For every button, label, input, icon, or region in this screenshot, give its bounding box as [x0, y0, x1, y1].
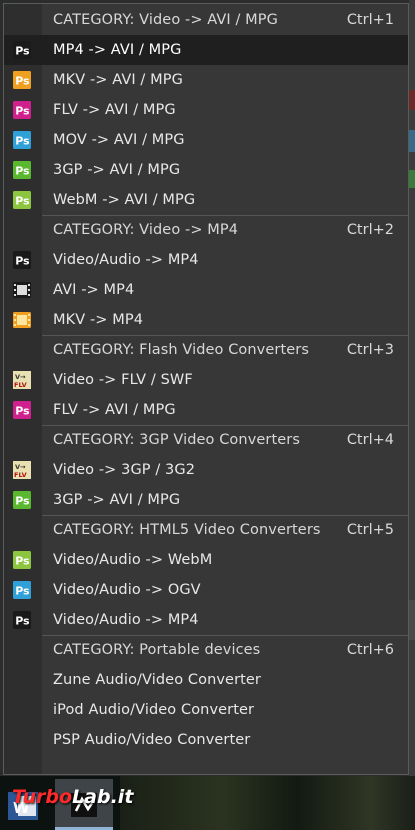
- menu-item-6[interactable]: Ps WebM -> AVI / MPG: [4, 185, 408, 215]
- svg-text:V→: V→: [15, 373, 26, 381]
- menu-category-7[interactable]: CATEGORY: Video -> MP4 Ctrl+2: [4, 215, 408, 245]
- menu-item-label: FLV -> AVI / MPG: [53, 102, 176, 118]
- menu-item-19[interactable]: Ps Video/Audio -> OGV: [4, 575, 408, 605]
- menu-item-label: CATEGORY: HTML5 Video Converters: [53, 522, 321, 538]
- background-window-edge: [409, 0, 415, 776]
- svg-text:Ps: Ps: [15, 195, 30, 208]
- screen: CATEGORY: Video -> AVI / MPG Ctrl+1 Ps MP4 …: [0, 0, 415, 830]
- menu-category-21[interactable]: CATEGORY: Portable devices Ctrl+6: [4, 635, 408, 665]
- menu-shortcut: Ctrl+3: [346, 342, 394, 358]
- menu-item-label: Video/Audio -> MP4: [53, 252, 199, 268]
- menu-item-label: CATEGORY: Flash Video Converters: [53, 342, 309, 358]
- menu-item-label: CATEGORY: Video -> AVI / MPG: [53, 12, 278, 28]
- menu-shortcut: Ctrl+1: [346, 12, 394, 28]
- menu-item-label: Video -> 3GP / 3G2: [53, 462, 196, 478]
- svg-text:Ps: Ps: [15, 45, 30, 58]
- svg-text:Ps: Ps: [15, 165, 30, 178]
- svg-text:Ps: Ps: [15, 615, 30, 628]
- menu-item-label: AVI -> MP4: [53, 282, 135, 298]
- menu-item-10[interactable]: MKV -> MP4: [4, 305, 408, 335]
- menu-category-0[interactable]: CATEGORY: Video -> AVI / MPG Ctrl+1: [4, 5, 408, 35]
- menu-item-4[interactable]: Ps MOV -> AVI / MPG: [4, 125, 408, 155]
- menu-item-label: Video/Audio -> OGV: [53, 582, 201, 598]
- menu-item-label: FLV -> AVI / MPG: [53, 402, 176, 418]
- menu-category-11[interactable]: CATEGORY: Flash Video Converters Ctrl+3: [4, 335, 408, 365]
- menu-item-23[interactable]: iPod Audio/Video Converter: [4, 695, 408, 725]
- svg-text:Ps: Ps: [15, 135, 30, 148]
- menu-item-label: iPod Audio/Video Converter: [53, 702, 255, 718]
- menu-item-2[interactable]: Ps MKV -> AVI / MPG: [4, 65, 408, 95]
- menu-item-label: Video/Audio -> MP4: [53, 612, 199, 628]
- menu-item-label: CATEGORY: Video -> MP4: [53, 222, 239, 238]
- menu-item-label: MOV -> AVI / MPG: [53, 132, 185, 148]
- menu-item-label: WebM -> AVI / MPG: [53, 192, 196, 208]
- menu-item-22[interactable]: Zune Audio/Video Converter: [4, 665, 408, 695]
- menu-item-label: 3GP -> AVI / MPG: [53, 492, 181, 508]
- menu-item-8[interactable]: Ps Video/Audio -> MP4: [4, 245, 408, 275]
- watermark-part1: Turbo: [12, 786, 73, 808]
- svg-text:Ps: Ps: [15, 75, 30, 88]
- menu-item-label: PSP Audio/Video Converter: [53, 732, 251, 748]
- menu-shortcut: Ctrl+4: [346, 432, 394, 448]
- menu-item-3[interactable]: Ps FLV -> AVI / MPG: [4, 95, 408, 125]
- menu-shortcut: Ctrl+2: [346, 222, 394, 238]
- svg-text:Ps: Ps: [15, 105, 30, 118]
- svg-text:V→: V→: [15, 463, 26, 471]
- menu-item-12[interactable]: V→ FLV Video -> FLV / SWF: [4, 365, 408, 395]
- context-menu: CATEGORY: Video -> AVI / MPG Ctrl+1 Ps MP4 …: [3, 3, 409, 775]
- svg-text:FLV: FLV: [14, 471, 27, 479]
- svg-text:Ps: Ps: [15, 405, 30, 418]
- menu-item-label: CATEGORY: Portable devices: [53, 642, 261, 658]
- menu-item-9[interactable]: AVI -> MP4: [4, 275, 408, 305]
- menu-item-18[interactable]: Ps Video/Audio -> WebM: [4, 545, 408, 575]
- menu-item-label: MP4 -> AVI / MPG: [53, 42, 182, 58]
- menu-item-label: CATEGORY: 3GP Video Converters: [53, 432, 300, 448]
- menu-item-label: MKV -> MP4: [53, 312, 144, 328]
- menu-item-5[interactable]: Ps 3GP -> AVI / MPG: [4, 155, 408, 185]
- svg-text:Ps: Ps: [15, 555, 30, 568]
- watermark-part2: Lab.it: [72, 786, 134, 808]
- menu-item-label: Video -> FLV / SWF: [53, 372, 193, 388]
- menu-category-17[interactable]: CATEGORY: HTML5 Video Converters Ctrl+5: [4, 515, 408, 545]
- menu-item-label: Zune Audio/Video Converter: [53, 672, 261, 688]
- menu-item-24[interactable]: PSP Audio/Video Converter: [4, 725, 408, 755]
- menu-item-20[interactable]: Ps Video/Audio -> MP4: [4, 605, 408, 635]
- menu-item-label: MKV -> AVI / MPG: [53, 72, 183, 88]
- menu-shortcut: Ctrl+5: [346, 522, 394, 538]
- menu-category-14[interactable]: CATEGORY: 3GP Video Converters Ctrl+4: [4, 425, 408, 455]
- svg-text:Ps: Ps: [15, 255, 30, 268]
- menu-item-1[interactable]: Ps MP4 -> AVI / MPG: [4, 35, 408, 65]
- menu-shortcut: Ctrl+6: [346, 642, 394, 658]
- menu-item-label: Video/Audio -> WebM: [53, 552, 213, 568]
- svg-text:FLV: FLV: [14, 381, 27, 389]
- menu-item-13[interactable]: Ps FLV -> AVI / MPG: [4, 395, 408, 425]
- watermark: TurboLab.it: [12, 786, 133, 808]
- menu-item-15[interactable]: V→ FLV Video -> 3GP / 3G2: [4, 455, 408, 485]
- desktop-wallpaper-strip: [120, 776, 415, 830]
- menu-item-label: 3GP -> AVI / MPG: [53, 162, 181, 178]
- svg-text:Ps: Ps: [15, 585, 30, 598]
- taskbar: W TurboLab.it: [0, 776, 415, 830]
- menu-item-16[interactable]: Ps 3GP -> AVI / MPG: [4, 485, 408, 515]
- svg-text:Ps: Ps: [15, 495, 30, 508]
